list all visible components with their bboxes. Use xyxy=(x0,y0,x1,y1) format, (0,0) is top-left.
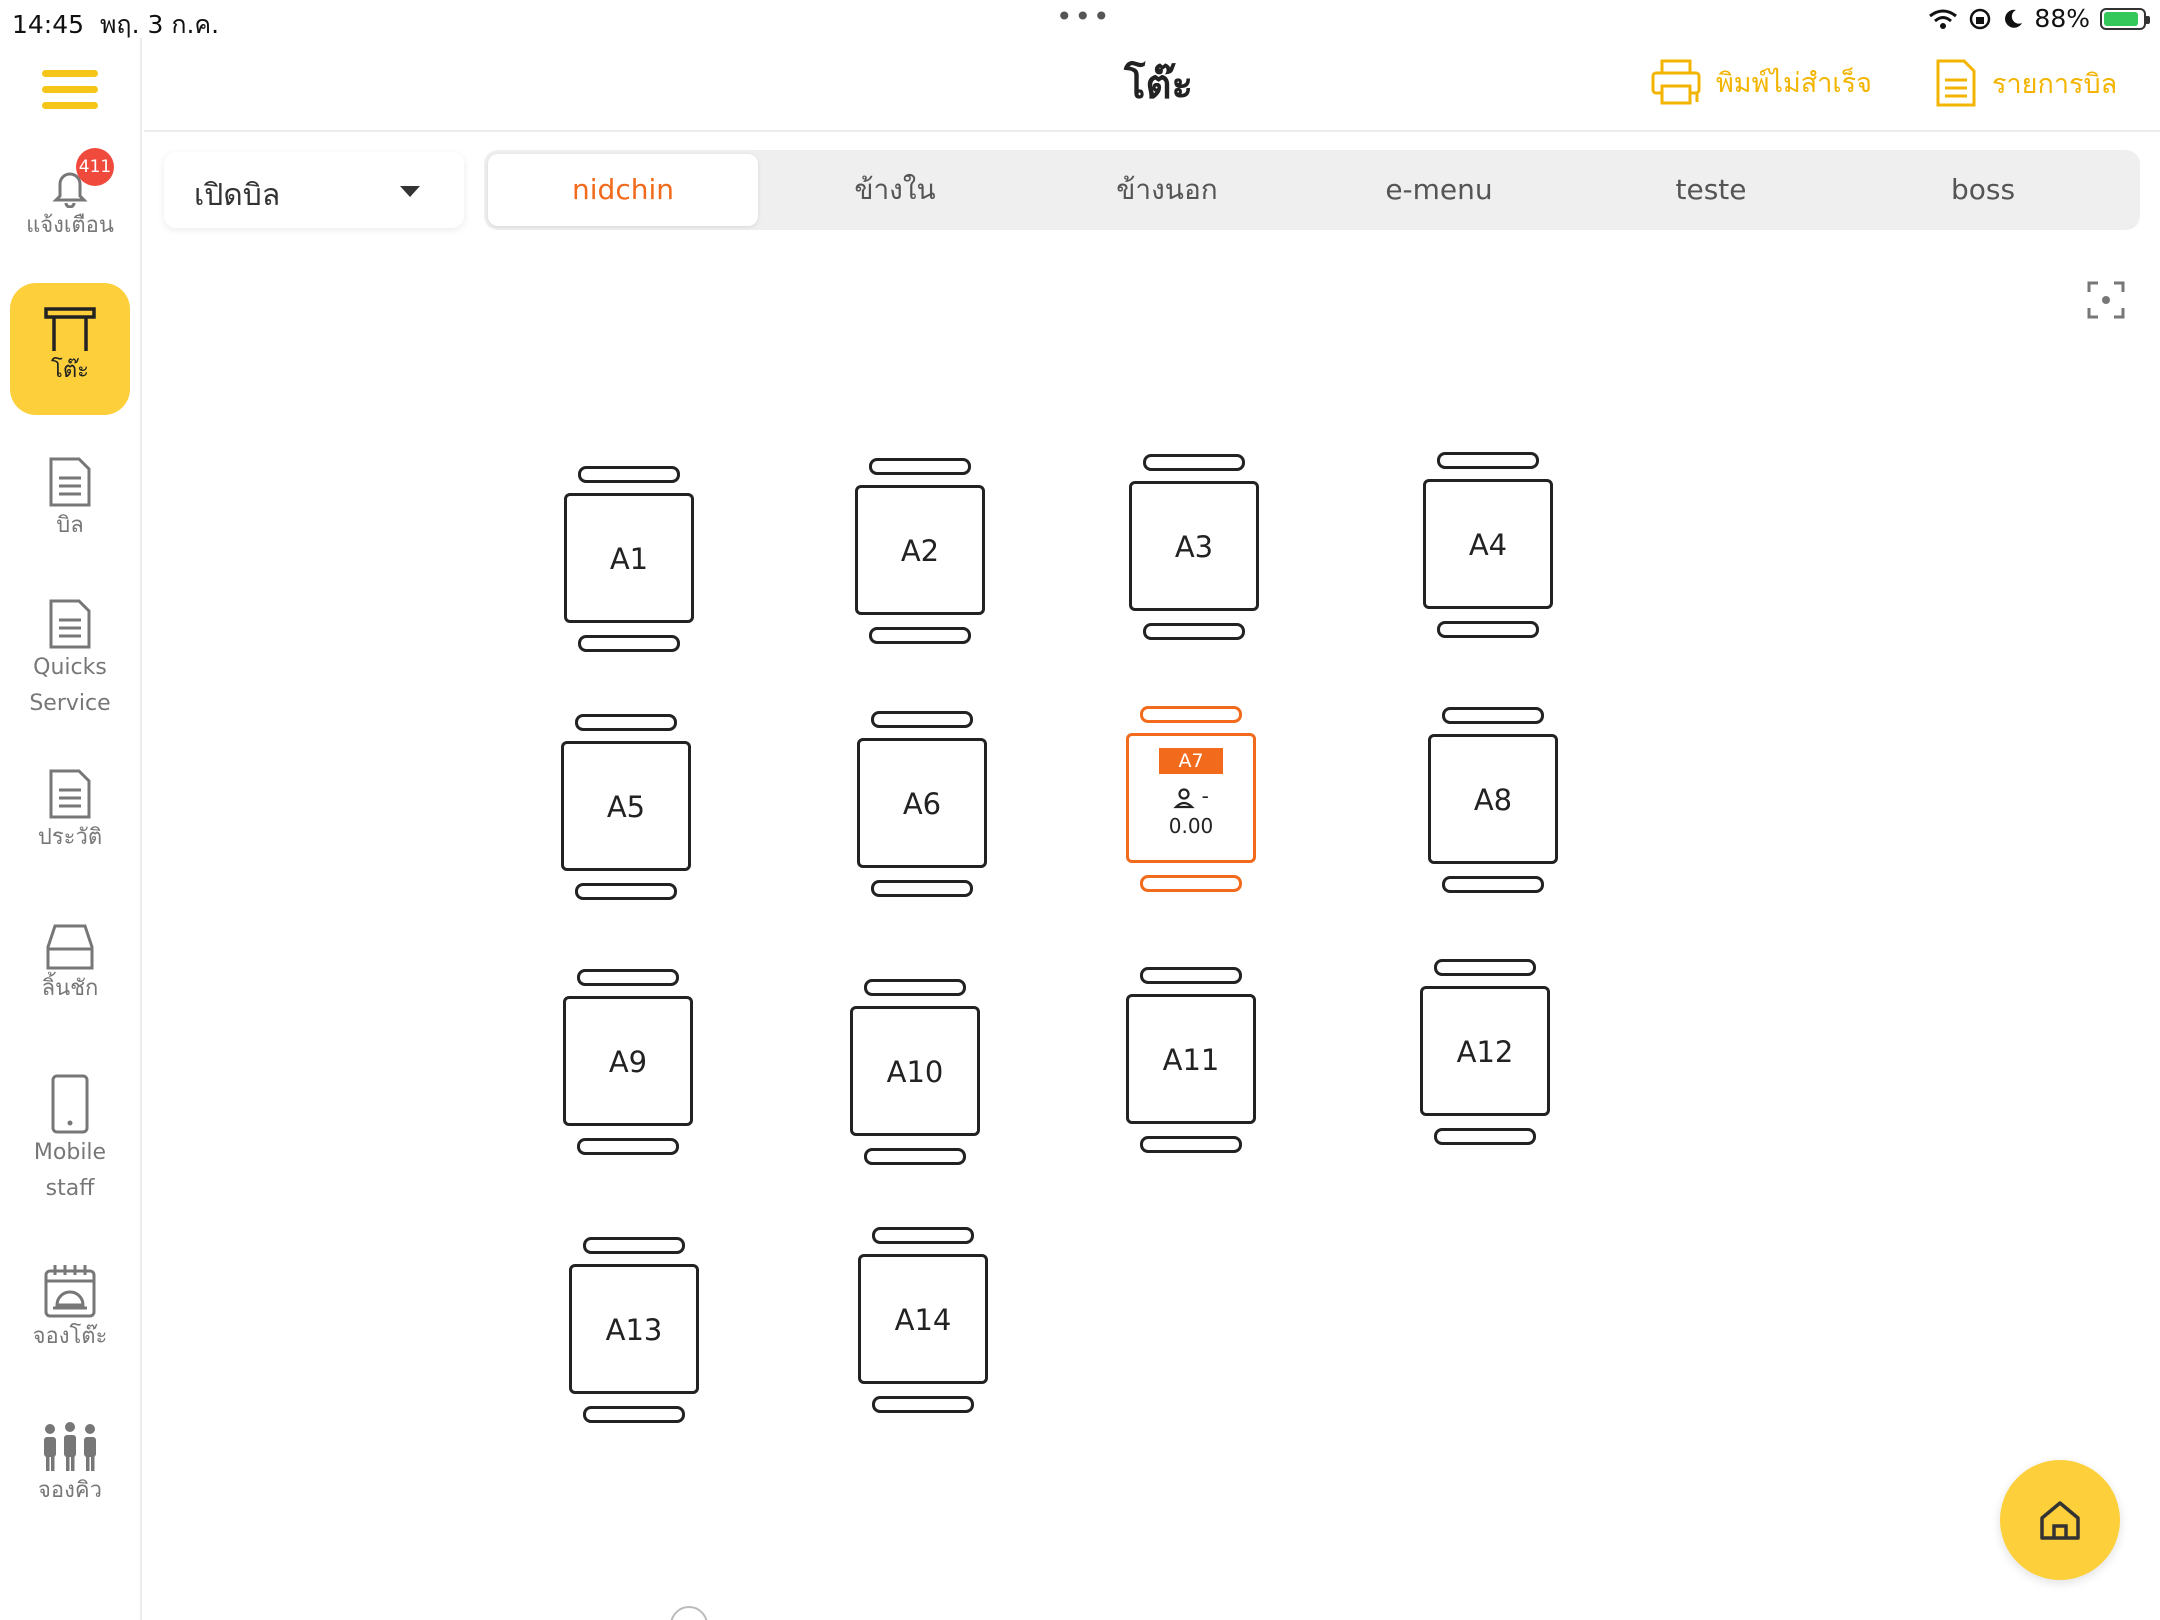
sidebar-item-notifications[interactable]: แจ้งเตือน xyxy=(0,166,140,244)
sidebar-item-mobile-staff[interactable]: Mobile staff xyxy=(0,1073,140,1207)
status-date: พฤ. 3 ก.ค. xyxy=(99,10,220,39)
tab-teste[interactable]: teste xyxy=(1576,154,1846,226)
sidebar: แจ้งเตือน 411 โต๊ะ บิล Quicks Service ปร… xyxy=(0,38,142,1620)
table-a13[interactable]: A13 xyxy=(569,1237,699,1423)
home-button[interactable] xyxy=(2000,1460,2120,1580)
tab-inside[interactable]: ข้างใน xyxy=(760,154,1030,226)
table-a7[interactable]: A7 - 0.00 xyxy=(1126,706,1256,892)
table-a6[interactable]: A6 xyxy=(857,711,987,897)
sidebar-item-label-line2: staff xyxy=(45,1176,95,1201)
table-label: A12 xyxy=(1456,1035,1514,1069)
drawer-icon xyxy=(46,924,94,970)
sidebar-item-table-booking[interactable]: จองโต๊ะ xyxy=(0,1263,140,1355)
table-label: A9 xyxy=(608,1045,648,1079)
sidebar-item-label: บิล xyxy=(56,513,84,538)
table-label: A14 xyxy=(894,1303,952,1337)
hamburger-menu-button[interactable] xyxy=(42,70,98,114)
bill-list-label: รายการบิล xyxy=(1992,68,2118,100)
guest-count: - xyxy=(1129,784,1253,809)
notification-badge: 411 xyxy=(76,148,114,186)
table-a5[interactable]: A5 xyxy=(561,714,691,900)
table-a3[interactable]: A3 xyxy=(1129,454,1259,640)
table-a10[interactable]: A10 xyxy=(850,979,980,1165)
sidebar-item-label: ประวัติ xyxy=(37,825,103,850)
table-a12[interactable]: A12 xyxy=(1420,959,1550,1145)
person-icon xyxy=(1173,787,1195,808)
battery-icon xyxy=(2100,7,2150,30)
bill-amount: 0.00 xyxy=(1168,814,1214,838)
table-a14[interactable]: A14 xyxy=(858,1227,988,1413)
table-label: A1 xyxy=(609,542,649,576)
tab-nidchin[interactable]: nidchin xyxy=(488,154,758,226)
sidebar-item-label: โต๊ะ xyxy=(51,358,89,383)
sidebar-item-label: ลิ้นชัก xyxy=(41,976,99,1001)
wifi-icon xyxy=(1929,9,1958,29)
table-a8[interactable]: A8 xyxy=(1428,707,1558,893)
document-icon xyxy=(1936,59,1976,107)
home-icon xyxy=(2040,1501,2080,1540)
table-label: A3 xyxy=(1174,530,1214,564)
table-label: A6 xyxy=(902,787,942,821)
table-label: A10 xyxy=(886,1055,944,1089)
table-a2[interactable]: A2 xyxy=(855,458,985,644)
table-label: A8 xyxy=(1473,783,1513,817)
table-a1[interactable]: A1 xyxy=(564,466,694,652)
bill-list-button[interactable]: รายการบิล xyxy=(1934,58,2117,108)
status-bar: 14:45 พฤ. 3 ก.ค. ••• 88% xyxy=(0,0,2160,39)
sidebar-item-label-line2: Service xyxy=(29,691,111,716)
sidebar-item-history[interactable]: ประวัติ xyxy=(0,768,140,856)
zone-tabs: nidchin ข้างใน ข้างนอก e-menu teste boss xyxy=(484,150,2140,230)
multitasking-dots[interactable]: ••• xyxy=(1056,0,1112,33)
table-label: A13 xyxy=(605,1313,663,1347)
document-icon xyxy=(49,457,91,507)
scroll-handle[interactable] xyxy=(670,1606,708,1620)
table-a4[interactable]: A4 xyxy=(1423,452,1553,638)
moon-icon xyxy=(2005,9,2023,28)
document-icon xyxy=(49,599,91,649)
sidebar-item-label: จองคิว xyxy=(38,1478,102,1503)
table-label: A5 xyxy=(606,790,646,824)
focus-icon[interactable] xyxy=(2086,280,2126,320)
chevron-down-icon xyxy=(400,186,420,197)
sidebar-item-queue[interactable]: จองคิว xyxy=(0,1421,140,1509)
sidebar-item-label: แจ้งเตือน xyxy=(26,213,114,238)
mobile-icon xyxy=(51,1074,89,1134)
document-icon xyxy=(49,769,91,819)
calendar-icon xyxy=(44,1265,96,1318)
print-failed-label: พิมพ์ไม่สำเร็จ xyxy=(1716,67,1872,99)
bill-status-value: เปิดบิล xyxy=(194,178,281,213)
table-label: A7 xyxy=(1159,748,1223,774)
sidebar-item-tables[interactable]: โต๊ะ xyxy=(10,283,130,415)
battery-percent: 88% xyxy=(2034,4,2090,33)
table-icon xyxy=(44,307,96,351)
top-bar: โต๊ะ พิมพ์ไม่สำเร็จ รายการบิล xyxy=(144,38,2160,132)
sidebar-item-label: Quicks xyxy=(33,655,107,680)
tab-boss[interactable]: boss xyxy=(1848,154,2118,226)
sidebar-item-quick-service[interactable]: Quicks Service xyxy=(0,598,140,722)
sidebar-item-label: Mobile xyxy=(33,1140,107,1165)
sidebar-item-label: จองโต๊ะ xyxy=(32,1324,108,1349)
sidebar-item-drawer[interactable]: ลิ้นชัก xyxy=(0,923,140,1007)
bill-status-select[interactable]: เปิดบิล xyxy=(164,152,464,228)
tab-outside[interactable]: ข้างนอก xyxy=(1032,154,1302,226)
table-label: A11 xyxy=(1162,1043,1220,1077)
sidebar-item-bill[interactable]: บิล xyxy=(0,456,140,544)
page-title: โต๊ะ xyxy=(1124,62,1193,108)
table-label: A2 xyxy=(900,534,940,568)
people-icon xyxy=(44,1422,96,1471)
table-label: A4 xyxy=(1468,528,1508,562)
tab-e-menu[interactable]: e-menu xyxy=(1304,154,1574,226)
rotation-lock-icon xyxy=(1970,8,1991,29)
printer-icon xyxy=(1651,59,1701,105)
table-a9[interactable]: A9 xyxy=(563,969,693,1155)
print-failed-button[interactable]: พิมพ์ไม่สำเร็จ xyxy=(1650,58,1872,106)
table-a11[interactable]: A11 xyxy=(1126,967,1256,1153)
